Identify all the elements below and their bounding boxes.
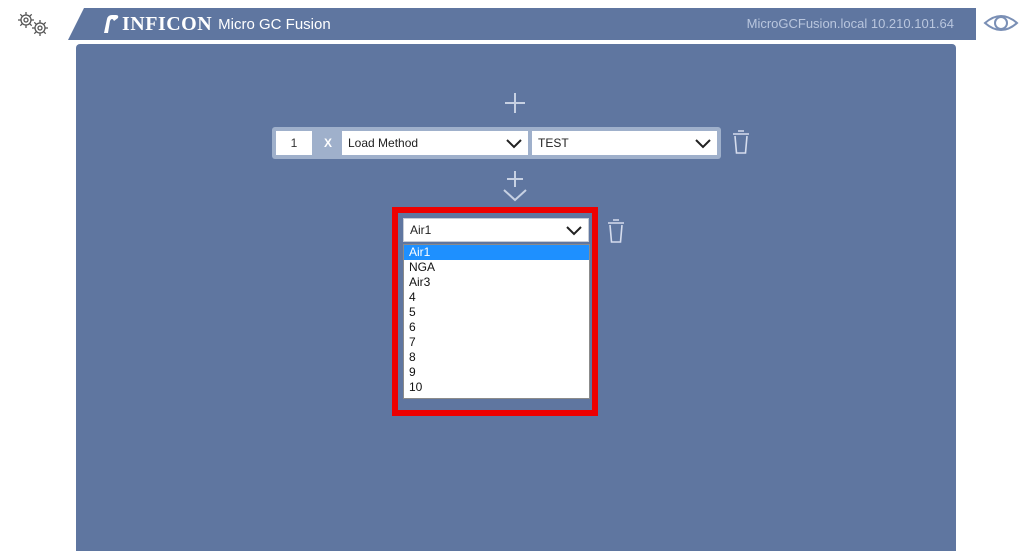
host-address: MicroGCFusion.local 10.210.101.64	[746, 16, 954, 31]
list-option[interactable]: 6	[404, 320, 589, 335]
list-option[interactable]: 4	[404, 290, 589, 305]
eye-icon[interactable]	[983, 11, 1019, 35]
step-number: 1	[276, 131, 312, 155]
list-option[interactable]: NGA	[404, 260, 589, 275]
chevron-down-icon	[695, 139, 711, 149]
product-name: Micro GC Fusion	[218, 15, 331, 33]
chevron-down-icon	[566, 226, 582, 236]
list-option[interactable]: 10	[404, 380, 589, 395]
action-select[interactable]: Load Method	[342, 131, 528, 155]
list-option[interactable]: Air1	[404, 245, 589, 260]
plus-icon[interactable]	[503, 91, 527, 115]
insert-arrow-icon[interactable]	[502, 170, 528, 202]
gas-select-value: Air1	[410, 223, 432, 237]
inficon-logo-icon	[104, 15, 119, 33]
list-option[interactable]: 8	[404, 350, 589, 365]
list-option[interactable]: 7	[404, 335, 589, 350]
list-option[interactable]: 9	[404, 365, 589, 380]
list-option[interactable]: Air3	[404, 275, 589, 290]
gas-select[interactable]: Air1	[403, 218, 589, 242]
method-select[interactable]: TEST	[532, 131, 717, 155]
gears-icon[interactable]	[16, 11, 50, 37]
method-select-value: TEST	[538, 136, 569, 150]
trash-icon[interactable]	[606, 217, 626, 245]
brand-name: INFICON	[122, 12, 213, 35]
app-logo: INFICON Micro GC Fusion	[98, 8, 331, 40]
chevron-down-icon	[506, 139, 522, 149]
gas-options-list: Air1 NGA Air3 4 5 6 7 8 9 10	[403, 244, 590, 399]
trash-icon[interactable]	[731, 128, 751, 156]
action-select-value: Load Method	[348, 136, 419, 150]
list-option[interactable]: 5	[404, 305, 589, 320]
remove-step-button[interactable]: X	[316, 131, 340, 155]
